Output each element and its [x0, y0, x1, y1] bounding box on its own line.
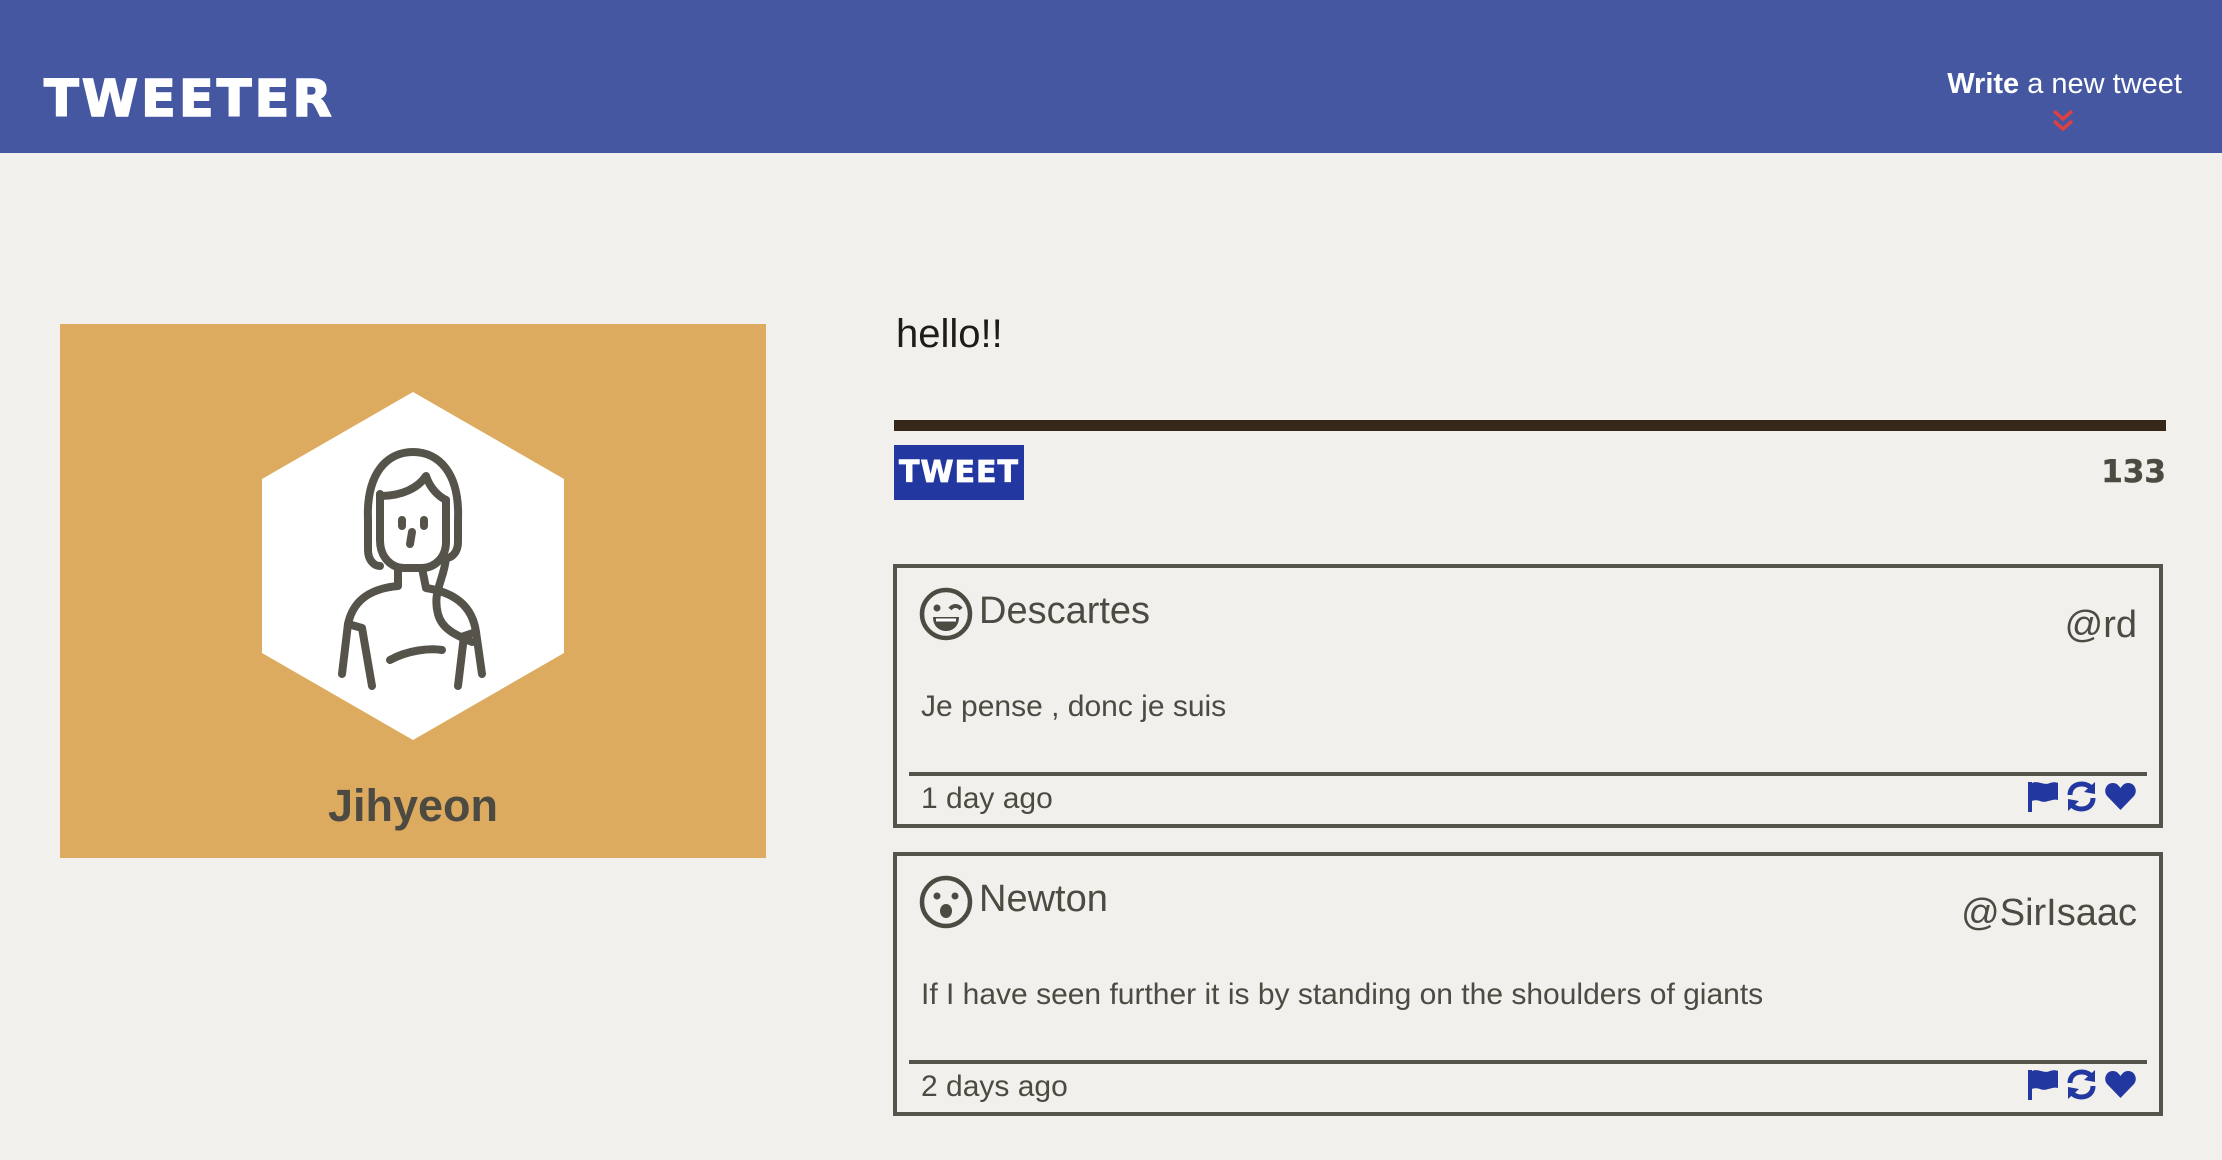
surprised-face-icon [919, 875, 973, 929]
tweet-actions [2026, 780, 2137, 813]
tweet-author-name: Descartes [979, 590, 1151, 632]
char-counter: 133 [2101, 454, 2166, 491]
tweet-divider [909, 772, 2147, 776]
compose-bold-text: Write [1947, 68, 2020, 100]
tweet-timestamp: 1 day ago [921, 782, 1053, 815]
retweet-icon[interactable] [2065, 1068, 2098, 1101]
tweet-content: Je pense , donc je suis [921, 690, 1227, 723]
top-nav: TWEETER Write a new tweet [0, 0, 2222, 153]
brand-logo[interactable]: TWEETER [43, 73, 335, 126]
tweet-author-handle: @rd [2064, 604, 2137, 646]
tweet-compose-input[interactable] [896, 312, 2156, 357]
write-new-tweet-link[interactable]: Write a new tweet [1947, 68, 2182, 132]
retweet-icon[interactable] [2065, 780, 2098, 813]
tweet-actions [2026, 1068, 2137, 1101]
heart-icon[interactable] [2104, 780, 2137, 813]
double-chevron-down-icon[interactable] [2051, 108, 2075, 134]
winking-face-icon [919, 587, 973, 641]
tweet-divider [909, 1060, 2147, 1064]
tweet-author-handle: @SirIsaac [1961, 892, 2137, 934]
compose-rest-text: a new tweet [2019, 68, 2182, 100]
compose-underline [894, 420, 2166, 431]
profile-card: Jihyeon [60, 324, 766, 858]
flag-icon[interactable] [2026, 780, 2059, 813]
tweet-card: Newton @SirIsaac If I have seen further … [893, 852, 2163, 1116]
woman-avatar-icon [262, 392, 564, 740]
tweet-timestamp: 2 days ago [921, 1070, 1068, 1103]
tweet-author-name: Newton [979, 878, 1108, 920]
tweet-content: If I have seen further it is by standing… [921, 978, 1764, 1011]
tweet-card: Descartes @rd Je pense , donc je suis 1 … [893, 564, 2163, 828]
profile-username: Jihyeon [327, 780, 499, 831]
heart-icon[interactable] [2104, 1068, 2137, 1101]
tweet-submit-button[interactable]: TWEET [894, 445, 1024, 500]
flag-icon[interactable] [2026, 1068, 2059, 1101]
